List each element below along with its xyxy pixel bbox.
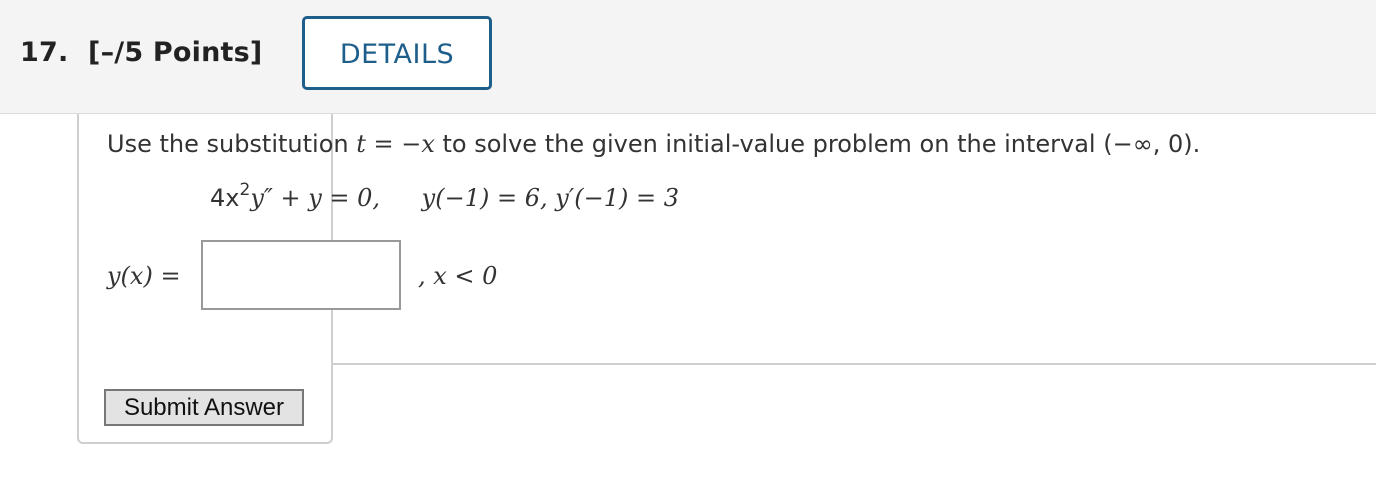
question-points: [–/5 Points] <box>88 37 263 68</box>
initial-conditions: y(−1) = 6, y′(−1) = 3 <box>421 184 679 212</box>
answer-label-text: y(x) = <box>107 262 181 290</box>
equation-exponent: 2 <box>239 180 251 200</box>
panel-divider <box>331 363 1376 365</box>
details-button[interactable]: DETAILS <box>302 16 492 90</box>
substitution-expression: t = −x <box>356 130 435 158</box>
equation-rest: y″ + y = 0, <box>250 184 381 212</box>
equation-coefficient: 4x <box>210 184 240 212</box>
question-header: 17. [–/5 Points] DETAILS <box>0 0 1376 114</box>
answer-domain-text: , x < 0 <box>418 262 498 290</box>
submit-answer-button[interactable]: Submit Answer <box>104 389 304 426</box>
question-title: 17. [–/5 Points] <box>20 37 262 68</box>
answer-label: y(x) = <box>107 262 181 290</box>
answer-domain: , x < 0 <box>418 262 497 290</box>
prompt-suffix: to solve the given initial-value problem… <box>434 130 1201 158</box>
question-number: 17. <box>20 37 69 68</box>
problem-prompt: Use the substitution t = −x to solve the… <box>107 130 1200 158</box>
prompt-prefix: Use the substitution <box>107 130 357 158</box>
answer-input[interactable] <box>201 240 401 310</box>
differential-equation: 4x2y″ + y = 0, y(−1) = 6, y′(−1) = 3 <box>210 182 679 213</box>
